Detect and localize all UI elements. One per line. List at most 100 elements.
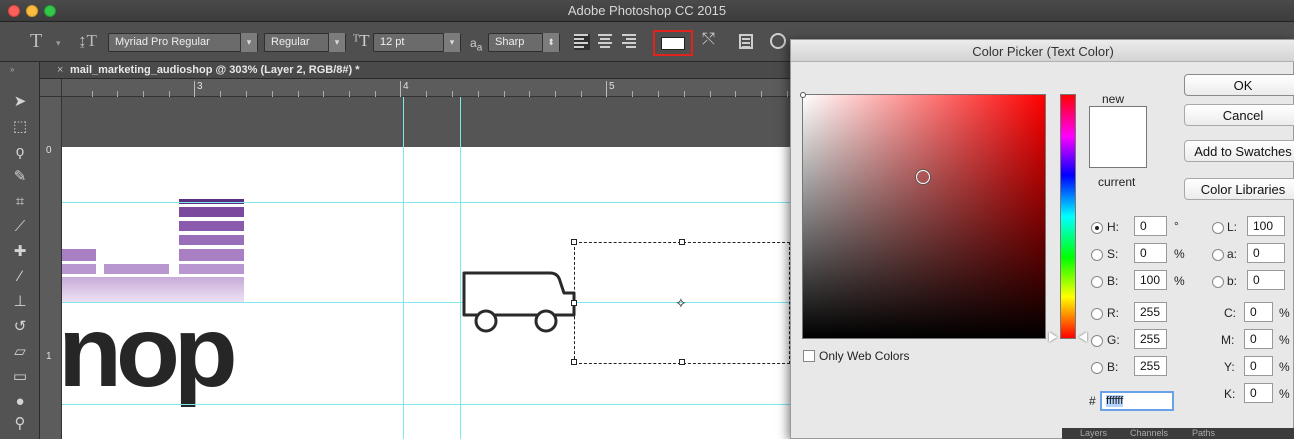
a-radio[interactable] <box>1212 249 1224 261</box>
close-document-icon[interactable]: × <box>57 64 63 76</box>
g-radio[interactable] <box>1091 335 1103 347</box>
font-size-select[interactable]: 12 pt ▾ <box>373 33 461 52</box>
guide-horizontal[interactable] <box>62 404 800 405</box>
chevron-down-icon[interactable]: ▾ <box>240 33 257 52</box>
clone-stamp-tool-icon[interactable]: ⊥ <box>10 292 30 312</box>
c-unit: % <box>1279 306 1290 320</box>
layers-panel-tabs: Layers Channels Paths <box>1062 428 1294 439</box>
k-input[interactable]: 0 <box>1244 383 1273 403</box>
chevron-down-icon[interactable]: ▾ <box>328 33 345 52</box>
h-unit: ° <box>1174 219 1179 233</box>
character-panel-icon[interactable] <box>739 34 753 49</box>
h-radio[interactable] <box>1091 222 1103 234</box>
marquee-tool-icon[interactable]: ⬚ <box>10 117 30 137</box>
ruler-corner[interactable] <box>40 79 62 97</box>
ruler-label: 5 <box>609 81 615 92</box>
align-left-button[interactable] <box>574 34 590 50</box>
chevron-down-icon[interactable]: ⬍ <box>542 33 559 52</box>
b-radio[interactable] <box>1091 276 1103 288</box>
only-web-colors-label: Only Web Colors <box>819 349 910 363</box>
s-input[interactable]: 0 <box>1134 243 1167 263</box>
s-radio[interactable] <box>1091 249 1103 261</box>
r-radio[interactable] <box>1091 308 1103 320</box>
ok-button[interactable]: OK <box>1184 74 1294 96</box>
transform-handle[interactable] <box>571 239 577 245</box>
equalizer-bar <box>104 264 169 274</box>
text-bounding-box[interactable]: ✧ <box>571 239 790 365</box>
transform-handle[interactable] <box>571 300 577 306</box>
text-orientation-icon[interactable]: ↨T <box>78 31 97 51</box>
gradient-tool-icon[interactable]: ▭ <box>10 367 30 387</box>
color-libraries-button[interactable]: Color Libraries <box>1184 178 1294 200</box>
eraser-tool-icon[interactable]: ▱ <box>10 342 30 362</box>
font-family-select[interactable]: Myriad Pro Regular ▾ <box>108 33 258 52</box>
move-tool-icon[interactable]: ➤ <box>10 92 30 112</box>
a-label: a: <box>1227 247 1238 261</box>
b-input[interactable]: 100 <box>1134 270 1167 290</box>
l-radio[interactable] <box>1212 222 1224 234</box>
brush-tool-icon[interactable]: ∕ <box>10 267 30 287</box>
saturation-brightness-field[interactable] <box>800 92 1046 339</box>
y-input[interactable]: 0 <box>1244 356 1273 376</box>
cancel-edits-icon[interactable] <box>770 33 786 49</box>
eyedropper-tool-icon[interactable]: ⟋ <box>10 217 30 237</box>
only-web-colors-checkbox[interactable] <box>803 350 815 362</box>
transform-handle[interactable] <box>571 359 577 365</box>
antialias-select[interactable]: Sharp ⬍ <box>488 33 560 52</box>
antialias-icon: aa <box>470 36 482 53</box>
crosshair-icon: ✧ <box>675 295 687 311</box>
color-selector-ring-icon[interactable] <box>916 170 930 184</box>
hue-slider-right-arrow-icon[interactable] <box>1079 332 1087 342</box>
k-label: K: <box>1224 387 1236 401</box>
b-unit: % <box>1174 274 1185 288</box>
h-input[interactable]: 0 <box>1134 216 1167 236</box>
lab-b-radio[interactable] <box>1212 276 1224 288</box>
blur-tool-icon[interactable]: ● <box>10 392 30 412</box>
blue-input[interactable]: 255 <box>1134 356 1167 376</box>
blue-radio[interactable] <box>1091 362 1103 374</box>
l-input[interactable]: 100 <box>1247 216 1285 236</box>
guide-vertical[interactable] <box>403 97 404 439</box>
transform-handle[interactable] <box>679 239 685 245</box>
healing-brush-tool-icon[interactable]: ✚ <box>10 242 30 262</box>
quick-select-tool-icon[interactable]: ✎ <box>10 167 30 187</box>
lasso-tool-icon[interactable]: ϙ <box>10 142 30 162</box>
hue-slider[interactable] <box>1060 94 1076 339</box>
type-tool-icon[interactable]: T <box>30 30 42 53</box>
text-color-swatch-highlight[interactable] <box>653 30 693 56</box>
transform-handle[interactable] <box>679 359 685 365</box>
lab-b-input[interactable]: 0 <box>1247 270 1285 290</box>
warp-text-icon[interactable]: ⤲ <box>702 31 715 49</box>
horizontal-ruler[interactable]: 3 4 5 <box>62 79 800 97</box>
hue-slider-left-arrow-icon[interactable] <box>1049 332 1057 342</box>
guide-horizontal[interactable] <box>62 202 800 203</box>
a-input[interactable]: 0 <box>1247 243 1285 263</box>
text-color-swatch[interactable] <box>661 37 685 50</box>
hex-input[interactable]: ffffff <box>1100 391 1174 411</box>
align-right-button[interactable] <box>622 34 638 50</box>
hex-value: ffffff <box>1106 395 1124 407</box>
tab-channels[interactable]: Channels <box>1130 428 1168 438</box>
r-label: R: <box>1107 306 1119 320</box>
panel-grip-icon[interactable]: » <box>10 65 14 74</box>
crop-tool-icon[interactable]: ⌗ <box>10 192 30 212</box>
history-brush-tool-icon[interactable]: ↺ <box>10 317 30 337</box>
tab-paths[interactable]: Paths <box>1192 428 1215 438</box>
document-tab[interactable]: × mail_marketing_audioshop @ 303% (Layer… <box>40 62 800 79</box>
document-canvas[interactable]: nop ✧ <box>62 97 800 439</box>
equalizer-bar <box>62 249 96 261</box>
m-input[interactable]: 0 <box>1244 329 1273 349</box>
dodge-tool-icon[interactable]: ⚲ <box>10 414 30 434</box>
c-input[interactable]: 0 <box>1244 302 1273 322</box>
r-input[interactable]: 255 <box>1134 302 1167 322</box>
g-input[interactable]: 255 <box>1134 329 1167 349</box>
align-center-button[interactable] <box>598 34 614 50</box>
chevron-down-icon[interactable]: ▾ <box>443 33 460 52</box>
add-to-swatches-button[interactable]: Add to Swatches <box>1184 140 1294 162</box>
equalizer-bar <box>179 235 244 245</box>
tool-preset-dropdown-icon[interactable]: ▾ <box>56 38 61 49</box>
cancel-button[interactable]: Cancel <box>1184 104 1294 126</box>
vertical-ruler[interactable]: 0 1 <box>40 97 62 439</box>
font-style-select[interactable]: Regular ▾ <box>264 33 346 52</box>
tab-layers[interactable]: Layers <box>1080 428 1107 438</box>
